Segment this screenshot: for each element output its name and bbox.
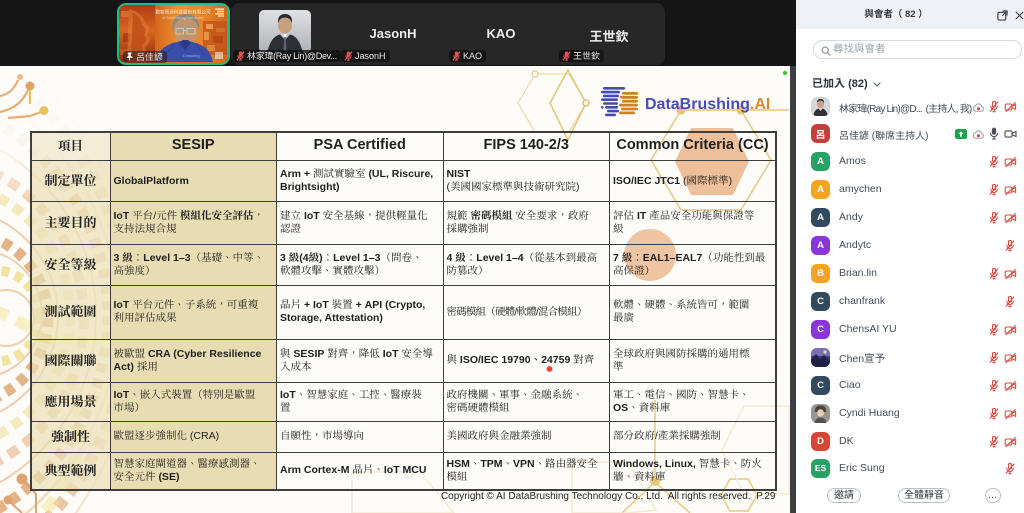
svg-text:Consulting: Consulting: [183, 54, 200, 58]
svg-text:數智資源科技股份有限公司: 數智資源科技股份有限公司: [155, 9, 211, 16]
svg-text:AI DataBrushing Consultancy: AI DataBrushing Consultancy: [162, 16, 204, 20]
